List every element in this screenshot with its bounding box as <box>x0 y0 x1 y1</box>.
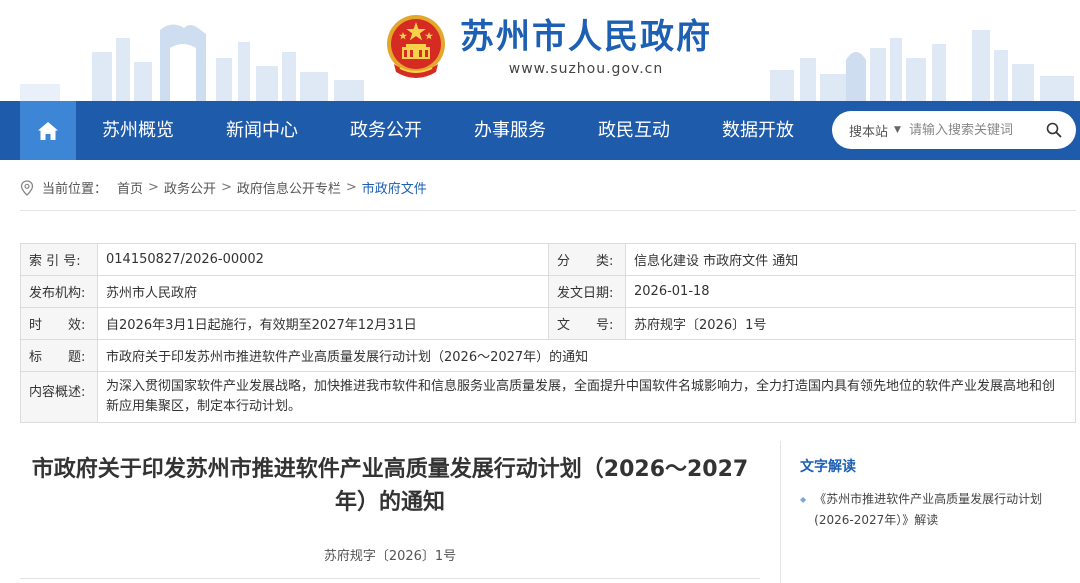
summary-value: 为深入贯彻国家软件产业发展战略，加快推进我市软件和信息服务业高质量发展，全面提升… <box>97 371 1076 423</box>
breadcrumb-gov-affairs[interactable]: 政务公开 <box>164 178 216 197</box>
summary-label: 内容概述: <box>20 371 98 423</box>
site-brand[interactable]: 苏州市人民政府 www.suzhou.gov.cn <box>386 14 712 80</box>
issuer-value: 苏州市人民政府 <box>97 275 549 308</box>
sidebar-link-line[interactable]: 《苏州市推进软件产业高质量发展行动计划 <box>814 489 1042 510</box>
search-bar: 搜本站 ▼ <box>832 111 1076 149</box>
sidebar-title: 文字解读 <box>800 459 856 475</box>
breadcrumb-divider <box>20 210 1076 211</box>
main-nav: 苏州概览 新闻中心 政务公开 办事服务 政民互动 数据开放 搜本站 ▼ <box>0 101 1080 160</box>
article-title-line: 年）的通知 <box>334 490 445 515</box>
article-header: 市政府关于印发苏州市推进软件产业高质量发展行动计划（2026～2027 年）的通… <box>20 441 760 579</box>
city-skyline-illustration <box>20 24 364 101</box>
breadcrumb-label: 当前位置： <box>42 182 108 197</box>
article-title: 市政府关于印发苏州市推进软件产业高质量发展行动计划（2026～2027 年）的通… <box>20 453 760 519</box>
date-label: 发文日期: <box>548 275 626 308</box>
search-scope-select[interactable]: 搜本站 <box>849 121 888 140</box>
site-header: 苏州市人民政府 www.suzhou.gov.cn <box>0 0 1080 101</box>
validity-value: 自2026年3月1日起施行，有效期至2027年12月31日 <box>97 307 549 340</box>
document-meta-table: 索 引 号: 014150827/2026-00002 分 类: 信息化建设 市… <box>20 243 1076 423</box>
search-icon[interactable] <box>1046 122 1062 138</box>
caret-down-icon[interactable]: ▼ <box>894 125 901 135</box>
doc-number-value: 苏府规字〔2026〕1号 <box>625 307 1076 340</box>
table-row: 时 效: 自2026年3月1日起施行，有效期至2027年12月31日 文 号: … <box>20 307 1076 340</box>
breadcrumb-separator: > <box>345 180 357 195</box>
breadcrumb-home[interactable]: 首页 <box>117 178 143 197</box>
table-row: 标 题: 市政府关于印发苏州市推进软件产业高质量发展行动计划（2026～2027… <box>20 339 1076 372</box>
nav-item-overview[interactable]: 苏州概览 <box>102 101 174 160</box>
breadcrumb-current[interactable]: 市政府文件 <box>362 178 427 197</box>
sidebar-link-line[interactable]: (2026-2027年）》解读 <box>814 510 1042 531</box>
nav-item-gov-affairs[interactable]: 政务公开 <box>350 101 422 160</box>
nav-item-open-data[interactable]: 数据开放 <box>722 101 794 160</box>
location-pin-icon <box>20 179 34 196</box>
breadcrumb-separator: > <box>220 180 232 195</box>
city-skyline-illustration-right <box>770 30 1074 101</box>
national-emblem-icon <box>387 15 445 78</box>
category-label: 分 类: <box>548 243 626 276</box>
nav-item-interaction[interactable]: 政民互动 <box>598 101 670 160</box>
search-input[interactable] <box>908 122 1039 138</box>
article-doc-number: 苏府规字〔2026〕1号 <box>323 549 457 564</box>
diamond-bullet-icon: ◆ <box>800 495 807 504</box>
site-title: 苏州市人民政府 <box>460 17 712 57</box>
breadcrumb-separator: > <box>148 180 159 195</box>
table-row: 发布机构: 苏州市人民政府 发文日期: 2026-01-18 <box>20 275 1076 308</box>
table-row: 内容概述: 为深入贯彻国家软件产业发展战略，加快推进我市软件和信息服务业高质量发… <box>20 371 1076 423</box>
index-label: 索 引 号: <box>20 243 98 276</box>
breadcrumb: 当前位置： 首页 > 政务公开 > 政府信息公开专栏 > 市政府文件 <box>20 178 427 197</box>
title-label: 标 题: <box>20 339 98 372</box>
validity-label: 时 效: <box>20 307 98 340</box>
article-title-line: 市政府关于印发苏州市推进软件产业高质量发展行动计划（2026～2027 <box>31 457 749 482</box>
table-row: 索 引 号: 014150827/2026-00002 分 类: 信息化建设 市… <box>20 243 1076 276</box>
home-icon <box>38 121 58 140</box>
sidebar-link-interpretation[interactable]: ◆ 《苏州市推进软件产业高质量发展行动计划 (2026-2027年）》解读 <box>800 489 1070 531</box>
sidebar-link-text[interactable]: 《苏州市推进软件产业高质量发展行动计划 (2026-2027年）》解读 <box>814 489 1042 531</box>
sidebar-interpretation: 文字解读 ◆ 《苏州市推进软件产业高质量发展行动计划 (2026-2027年）》… <box>800 456 1070 531</box>
title-value: 市政府关于印发苏州市推进软件产业高质量发展行动计划（2026～2027年）的通知 <box>97 339 1076 372</box>
breadcrumb-info-column[interactable]: 政府信息公开专栏 <box>237 178 341 197</box>
site-url: www.suzhou.gov.cn <box>508 61 664 77</box>
issuer-label: 发布机构: <box>20 275 98 308</box>
column-divider <box>780 441 781 583</box>
index-value: 014150827/2026-00002 <box>97 243 549 276</box>
category-value: 信息化建设 市政府文件 通知 <box>625 243 1076 276</box>
doc-number-label: 文 号: <box>548 307 626 340</box>
article-divider <box>20 578 760 579</box>
nav-item-services[interactable]: 办事服务 <box>474 101 546 160</box>
date-value: 2026-01-18 <box>625 275 1076 308</box>
nav-home-button[interactable] <box>20 101 76 160</box>
nav-item-news[interactable]: 新闻中心 <box>226 101 298 160</box>
